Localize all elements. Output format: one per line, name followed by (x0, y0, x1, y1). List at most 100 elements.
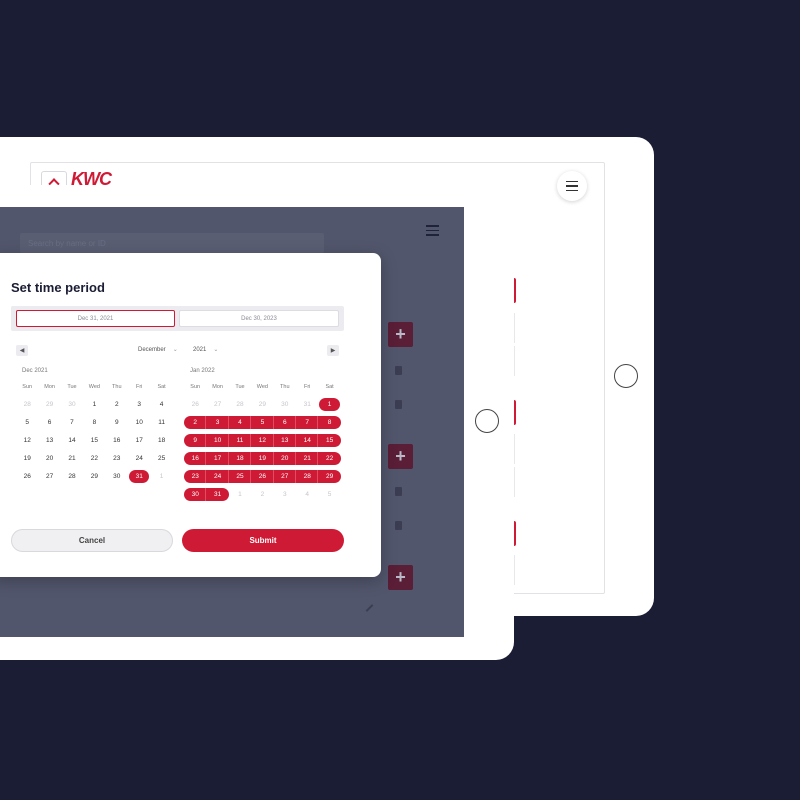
weekday-label: Sun (190, 384, 201, 390)
calendar-day[interactable]: 26 (251, 470, 274, 483)
add-button[interactable]: + (388, 322, 413, 347)
calendar-day[interactable]: 29 (38, 398, 60, 411)
calendar-day[interactable]: 2 (184, 416, 207, 429)
calendar-day[interactable]: 11 (228, 434, 252, 447)
trash-icon[interactable] (395, 521, 402, 530)
calendar-day[interactable]: 15 (83, 434, 105, 447)
calendar-day[interactable]: 4 (150, 398, 172, 411)
calendar-day[interactable]: 28 (229, 398, 251, 411)
trash-icon[interactable] (395, 366, 402, 375)
calendar-day[interactable]: 17 (206, 452, 229, 465)
calendar-day[interactable]: 28 (16, 398, 38, 411)
calendar-day[interactable]: 1 (83, 398, 105, 411)
calendar-day[interactable]: 29 (318, 470, 341, 483)
calendar-day[interactable]: 9 (184, 434, 207, 447)
calendar-day[interactable]: 26 (16, 470, 38, 483)
calendar-day[interactable]: 3 (128, 398, 150, 411)
calendar-day[interactable]: 3 (206, 416, 229, 429)
calendar-day[interactable]: 23 (184, 470, 207, 483)
calendar-day[interactable]: 27 (206, 398, 228, 411)
pencil-icon[interactable] (365, 604, 374, 612)
calendar-day[interactable]: 5 (16, 416, 38, 429)
weekday-label: Sat (157, 384, 166, 390)
calendar-day[interactable]: 13 (38, 434, 60, 447)
calendar-day[interactable]: 1 (229, 488, 251, 501)
calendar-day[interactable]: 31 (296, 398, 318, 411)
calendar-day[interactable]: 24 (206, 470, 229, 483)
menu-button[interactable] (557, 171, 587, 201)
calendar-day[interactable]: 13 (273, 434, 296, 447)
calendar-day[interactable]: 31 (128, 470, 150, 483)
calendar-day[interactable]: 23 (106, 452, 128, 465)
calendar-day[interactable]: 30 (274, 398, 296, 411)
calendar-day[interactable]: 24 (128, 452, 150, 465)
weekday-label: Wed (88, 384, 100, 390)
calendar-day[interactable]: 30 (61, 398, 83, 411)
calendar-day[interactable]: 6 (273, 416, 296, 429)
calendar-day[interactable]: 4 (228, 416, 252, 429)
calendar-day[interactable]: 16 (106, 434, 128, 447)
calendar-day[interactable]: 12 (16, 434, 38, 447)
calendar-day[interactable]: 18 (150, 434, 172, 447)
calendar-month-label: Dec 2021 (22, 368, 48, 374)
hamburger-icon[interactable] (426, 225, 439, 236)
calendar-day[interactable]: 4 (296, 488, 318, 501)
calendar-day[interactable]: 27 (273, 470, 296, 483)
calendar-day[interactable]: 21 (61, 452, 83, 465)
weekday-label: Fri (303, 384, 311, 390)
calendar-day[interactable]: 5 (251, 416, 274, 429)
calendar-day[interactable]: 1 (318, 398, 341, 411)
calendar-day[interactable]: 29 (83, 470, 105, 483)
calendar-day[interactable]: 31 (206, 488, 229, 501)
calendar-day[interactable]: 19 (16, 452, 38, 465)
calendar-day[interactable]: 8 (83, 416, 105, 429)
calendar-day[interactable]: 16 (184, 452, 207, 465)
calendar-day[interactable]: 2 (106, 398, 128, 411)
weekday-label: Wed (256, 384, 268, 390)
calendar-day[interactable]: 11 (150, 416, 172, 429)
calendar-day[interactable]: 2 (251, 488, 273, 501)
add-button[interactable]: + (388, 565, 413, 590)
calendar-day[interactable]: 21 (296, 452, 319, 465)
calendar-day[interactable]: 10 (206, 434, 229, 447)
calendar-day[interactable]: 6 (38, 416, 60, 429)
calendar-day[interactable]: 30 (106, 470, 128, 483)
search-input[interactable]: Search by name or ID (20, 233, 324, 253)
calendar-day[interactable]: 7 (296, 416, 319, 429)
trash-icon[interactable] (395, 400, 402, 409)
calendar-day[interactable]: 15 (318, 434, 341, 447)
home-button[interactable] (614, 364, 638, 388)
calendar-day[interactable]: 20 (38, 452, 60, 465)
trash-icon[interactable] (395, 487, 402, 496)
calendar-day[interactable]: 5 (318, 488, 340, 501)
calendar-day[interactable]: 14 (61, 434, 83, 447)
add-button[interactable]: + (388, 444, 413, 469)
calendar-day[interactable]: 19 (251, 452, 274, 465)
calendar-day[interactable]: 9 (106, 416, 128, 429)
calendar-day[interactable]: 22 (83, 452, 105, 465)
calendar-day[interactable]: 25 (150, 452, 172, 465)
calendar-day[interactable]: 27 (38, 470, 60, 483)
calendar-day[interactable]: 20 (273, 452, 296, 465)
calendar-day[interactable]: 12 (251, 434, 274, 447)
home-button[interactable] (475, 409, 499, 433)
calendar-day[interactable]: 26 (184, 398, 206, 411)
weekday-label: Sun (22, 384, 33, 390)
calendar-day[interactable]: 28 (296, 470, 319, 483)
calendar-day[interactable]: 29 (251, 398, 273, 411)
calendar-day[interactable]: 8 (318, 416, 341, 429)
calendar-day[interactable]: 10 (128, 416, 150, 429)
calendar-day[interactable]: 22 (318, 452, 341, 465)
calendar-day[interactable]: 1 (150, 470, 172, 483)
weekday-label: Mon (212, 384, 223, 390)
calendar-day[interactable]: 28 (61, 470, 83, 483)
weekday-label: Tue (235, 384, 245, 390)
calendar-day[interactable]: 14 (296, 434, 319, 447)
calendar-day[interactable]: 7 (61, 416, 83, 429)
calendar-day[interactable]: 18 (228, 452, 252, 465)
weekday-label: Fri (135, 384, 143, 390)
calendar-day[interactable]: 30 (184, 488, 207, 501)
calendar-day[interactable]: 25 (228, 470, 252, 483)
calendar-day[interactable]: 17 (128, 434, 150, 447)
calendar-day[interactable]: 3 (274, 488, 296, 501)
